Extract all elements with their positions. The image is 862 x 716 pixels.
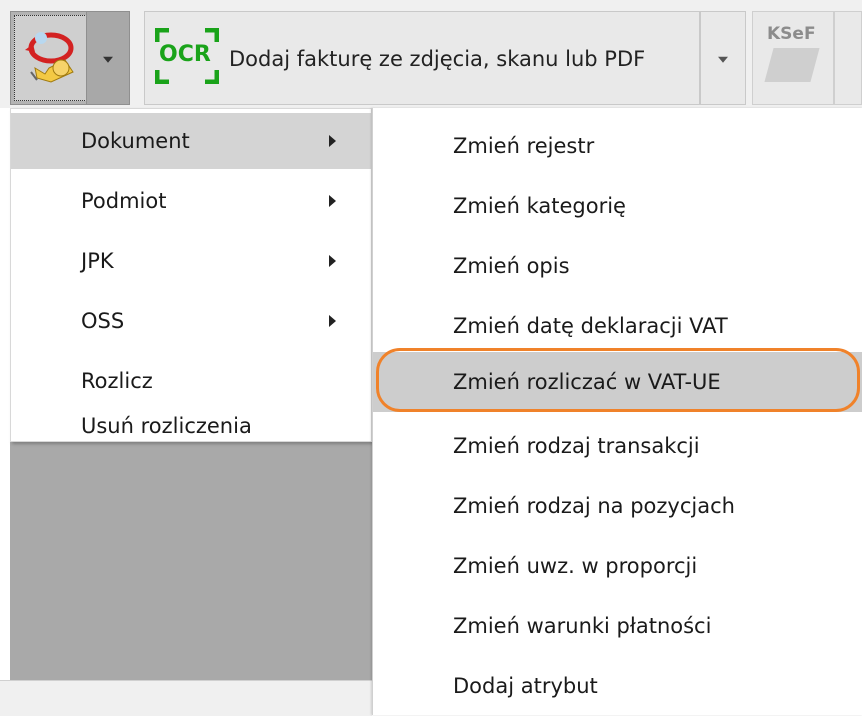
ocr-dropdown-button[interactable] — [700, 11, 746, 105]
menu-item-podmiot[interactable]: Podmiot — [11, 173, 371, 229]
add-invoice-ocr-button[interactable]: OCR Dodaj fakturę ze zdjęcia, skanu lub … — [144, 11, 700, 105]
menu-item-zmien-warunki-platnosci[interactable]: Zmień warunki płatności — [373, 596, 862, 656]
background-panel — [10, 442, 372, 680]
menu-item-label: Podmiot — [81, 189, 167, 213]
menu-item-zmien-date-deklaracji-vat[interactable]: Zmień datę deklaracji VAT — [373, 296, 862, 356]
menu-item-zmien-rodzaj-transakcji[interactable]: Zmień rodzaj transakcji — [373, 416, 862, 476]
menu-item-zmien-rodzaj-na-pozycjach[interactable]: Zmień rodzaj na pozycjach — [373, 476, 862, 536]
menu-item-rozlicz[interactable]: Rozlicz — [11, 353, 371, 409]
context-menu: Dokument Podmiot JPK OSS Rozlicz Usuń ro… — [10, 108, 372, 442]
menu-item-zmien-rozliczac-w-vat-ue[interactable]: Zmień rozliczać w VAT-UE — [373, 352, 862, 412]
toolbar: OCR Dodaj fakturę ze zdjęcia, skanu lub … — [0, 0, 862, 108]
menu-item-label: Rozlicz — [81, 369, 153, 393]
submenu-arrow-icon — [329, 135, 336, 147]
ocr-button-label: Dodaj fakturę ze zdjęcia, skanu lub PDF — [229, 47, 646, 71]
menu-item-label: Zmień rodzaj na pozycjach — [453, 494, 735, 518]
menu-item-dodaj-atrybut[interactable]: Dodaj atrybut — [373, 656, 862, 716]
menu-item-label: Zmień warunki płatności — [453, 614, 712, 638]
menu-item-oss[interactable]: OSS — [11, 293, 371, 349]
menu-item-label: Zmień rozliczać w VAT-UE — [453, 370, 721, 394]
menu-item-label: OSS — [81, 309, 125, 333]
menu-item-label: Zmień kategorię — [453, 194, 626, 218]
ksef-button[interactable]: KSeF — [752, 11, 834, 105]
menu-item-label: Zmień rodzaj transakcji — [453, 434, 700, 458]
menu-item-label: JPK — [81, 249, 114, 273]
menu-item-label: Dokument — [81, 129, 190, 153]
ksef-label: KSeF — [767, 24, 816, 44]
chevron-down-icon — [103, 56, 113, 63]
menu-item-zmien-rejestr[interactable]: Zmień rejestr — [373, 116, 862, 176]
operations-button-face — [10, 11, 96, 105]
menu-item-zmien-kategorie[interactable]: Zmień kategorię — [373, 176, 862, 236]
submenu-arrow-icon — [329, 195, 336, 207]
menu-item-label: Zmień datę deklaracji VAT — [453, 314, 728, 338]
ksef-dropdown-button[interactable] — [834, 11, 862, 105]
menu-item-label: Usuń rozliczenia — [81, 414, 252, 438]
operations-dropdown-button[interactable] — [86, 11, 130, 105]
menu-item-label: Zmień rejestr — [453, 134, 595, 158]
menu-item-zmien-uwz-w-proporcji[interactable]: Zmień uwz. w proporcji — [373, 536, 862, 596]
dokument-submenu: Zmień rejestr Zmień kategorię Zmień opis… — [372, 108, 862, 715]
menu-item-jpk[interactable]: JPK — [11, 233, 371, 289]
menu-item-label: Dodaj atrybut — [453, 674, 598, 698]
ocr-icon: OCR — [154, 27, 220, 85]
menu-item-dokument[interactable]: Dokument — [11, 113, 371, 169]
menu-item-label: Zmień opis — [453, 254, 570, 278]
ksef-icon — [764, 48, 820, 82]
submenu-arrow-icon — [329, 255, 336, 267]
menu-item-label: Zmień uwz. w proporcji — [453, 554, 698, 578]
menu-item-zmien-opis[interactable]: Zmień opis — [373, 236, 862, 296]
operations-icon — [14, 15, 93, 101]
menu-item-usun-rozliczenia[interactable]: Usuń rozliczenia — [11, 413, 371, 441]
submenu-arrow-icon — [329, 315, 336, 327]
operations-button[interactable] — [10, 11, 96, 105]
status-strip — [0, 680, 372, 716]
chevron-down-icon — [718, 56, 728, 63]
ocr-icon-label: OCR — [159, 42, 211, 67]
